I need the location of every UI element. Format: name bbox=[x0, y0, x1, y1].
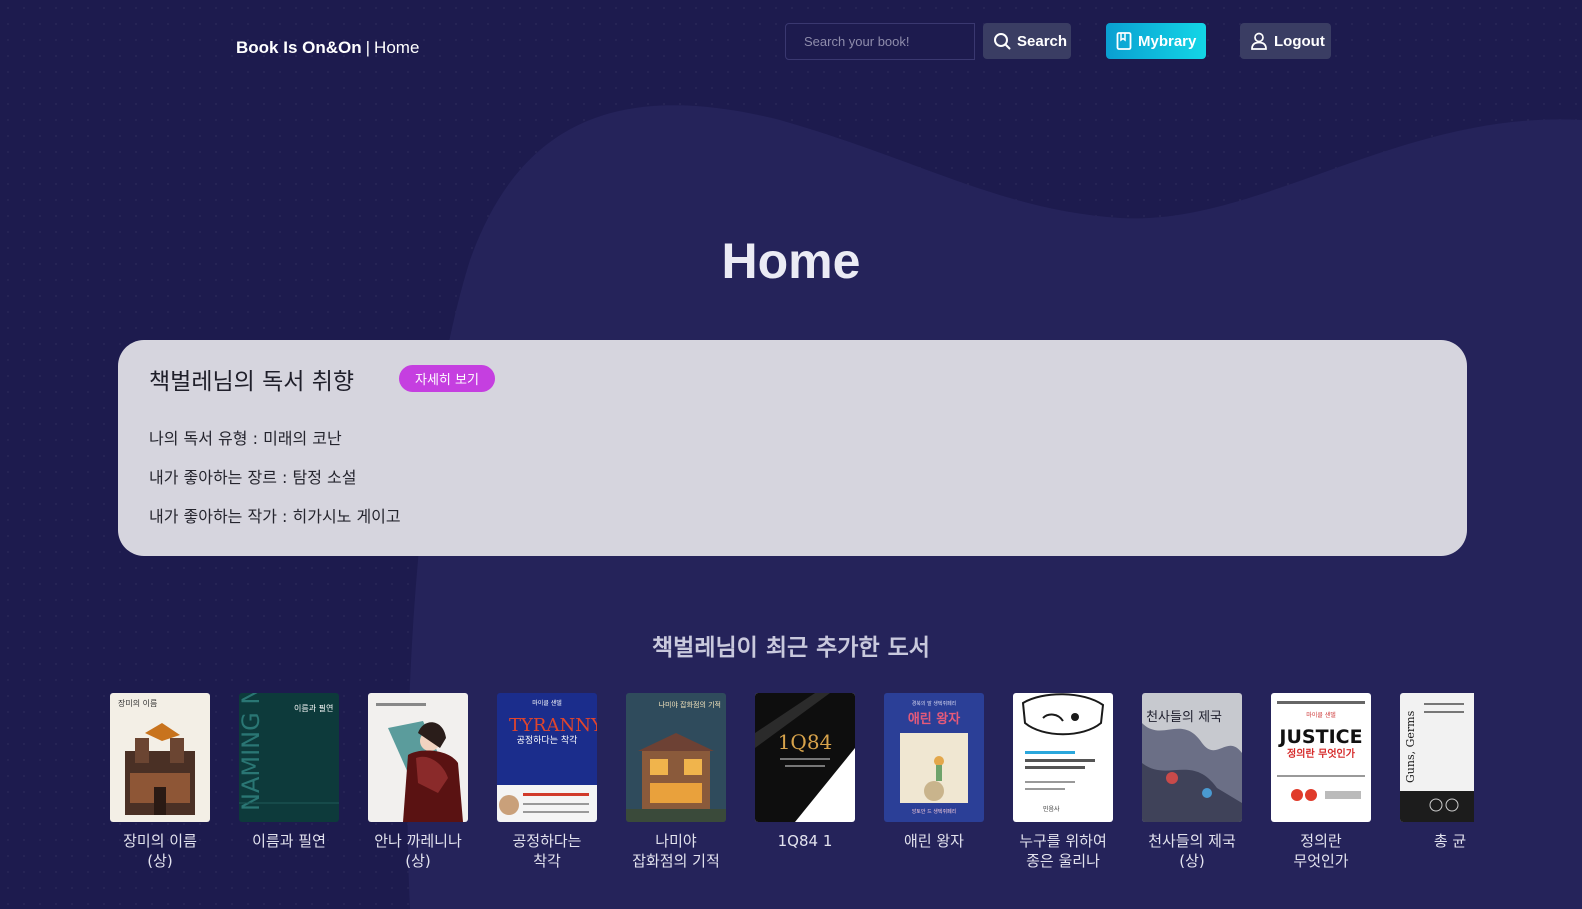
brand-title[interactable]: Book Is On&On | Home bbox=[236, 38, 419, 58]
user-icon bbox=[1250, 32, 1268, 50]
recent-books-list: 장미의 이름 장미의 이름 (상) 이름과 필연 NAMING NECESSIT… bbox=[110, 693, 1474, 878]
brand-name: Book Is On&On bbox=[236, 38, 362, 57]
cover-text: 나미야 잡화점의 기적 bbox=[659, 700, 721, 709]
reading-profile-card: 책벌레님의 독서 취향 자세히 보기 나의 독서 유형미래의 코난 내가 좋아하… bbox=[118, 340, 1467, 556]
search-button-label: Search bbox=[1017, 32, 1068, 50]
book-item[interactable]: 1Q84 1Q84 1 bbox=[755, 693, 855, 851]
book-item[interactable]: 천사들의 제국 천사들의 제국 (상) bbox=[1142, 693, 1242, 871]
book-icon bbox=[1116, 32, 1132, 50]
favorite-genre-label: 내가 좋아하는 장르 bbox=[149, 468, 293, 487]
favorite-author-value: 히가시노 게이고 bbox=[292, 507, 401, 526]
logout-button[interactable]: Logout bbox=[1240, 23, 1331, 59]
book-cover: 마이클 샌델 TYRANNY 공정하다는 착각 bbox=[497, 693, 597, 822]
cover-text: TYRANNY bbox=[509, 715, 597, 736]
reading-type-line: 나의 독서 유형미래의 코난 bbox=[149, 425, 342, 449]
cover-text: JUSTICE bbox=[1277, 726, 1362, 748]
book-title: 총 균 bbox=[1433, 832, 1467, 850]
book-item[interactable]: Guns, Germs 총 균 bbox=[1400, 693, 1474, 851]
favorite-author-label: 내가 좋아하는 작가 bbox=[149, 507, 293, 526]
reading-type-label: 나의 독서 유형 bbox=[149, 429, 263, 448]
book-cover bbox=[368, 693, 468, 822]
book-title: 이름과 필연 bbox=[252, 832, 326, 850]
book-title: 장미의 이름 (상) bbox=[123, 832, 197, 870]
book-item[interactable]: 경북의 말 생텍쥐페리 애린 왕자 앙토안 드 생텍쥐페리 애린 왕자 bbox=[884, 693, 984, 851]
book-title: 안나 까레니나 (상) bbox=[374, 832, 462, 870]
cover-text: 애린 왕자 bbox=[908, 711, 960, 727]
book-title: 애린 왕자 bbox=[904, 832, 964, 850]
svg-text:마이클 샌델: 마이클 샌델 bbox=[1306, 711, 1336, 719]
mybrary-button-label: Mybrary bbox=[1138, 32, 1197, 50]
book-cover: 마이클 샌델 JUSTICE 정의란 무엇인가 bbox=[1271, 693, 1371, 822]
reading-type-value: 미래의 코난 bbox=[263, 429, 342, 448]
book-cover: 천사들의 제국 bbox=[1142, 693, 1242, 822]
profile-heading: 책벌레님의 독서 취향 bbox=[149, 369, 355, 395]
book-cover: 이름과 필연 NAMING NECESSITY bbox=[239, 693, 339, 822]
book-cover: 장미의 이름 bbox=[110, 693, 210, 822]
logout-button-label: Logout bbox=[1274, 32, 1325, 50]
brand-page-name: Home bbox=[374, 38, 420, 57]
svg-text:마이클 샌델: 마이클 샌델 bbox=[532, 699, 562, 707]
page-title: Home bbox=[721, 233, 861, 289]
svg-text:경북의 말 생텍쥐페리: 경북의 말 생텍쥐페리 bbox=[912, 700, 957, 707]
svg-text:이름과 필연: 이름과 필연 bbox=[294, 703, 333, 713]
book-title: 공정하다는 착각 bbox=[512, 832, 582, 870]
search-icon bbox=[993, 32, 1011, 50]
recent-books-title: 책벌레님이 최근 추가한 도서 bbox=[652, 635, 930, 661]
favorite-author-line: 내가 좋아하는 작가히가시노 게이고 bbox=[149, 503, 401, 527]
cover-text: NAMING NECESSITY bbox=[239, 693, 265, 811]
book-item[interactable]: 나미야 잡화점의 기적 나미야 잡화점의 기적 bbox=[626, 693, 726, 871]
svg-text:앙토안 드 생텍쥐페리: 앙토안 드 생텍쥐페리 bbox=[912, 808, 957, 815]
cover-text: 장미의 이름 bbox=[118, 698, 157, 708]
book-title: 1Q84 1 bbox=[777, 832, 833, 850]
view-details-button[interactable]: 자세히 보기 bbox=[399, 365, 495, 392]
favorite-genre-value: 탐정 소설 bbox=[292, 468, 357, 487]
search-button[interactable]: Search bbox=[983, 23, 1071, 59]
search-input[interactable] bbox=[785, 23, 975, 60]
book-item[interactable]: 민음사 누구를 위하여 종은 울리나 bbox=[1013, 693, 1113, 871]
svg-text:정의란 무엇인가: 정의란 무엇인가 bbox=[1287, 747, 1356, 760]
book-title: 나미야 잡화점의 기적 bbox=[632, 832, 720, 870]
book-item[interactable]: 이름과 필연 NAMING NECESSITY 이름과 필연 bbox=[239, 693, 339, 851]
book-item[interactable]: 마이클 샌델 TYRANNY 공정하다는 착각 공정하다는 착각 bbox=[497, 693, 597, 871]
cover-text: Guns, Germs bbox=[1404, 710, 1417, 783]
book-item[interactable]: 장미의 이름 장미의 이름 (상) bbox=[110, 693, 210, 871]
book-title: 천사들의 제국 (상) bbox=[1148, 832, 1236, 870]
book-cover: 경북의 말 생텍쥐페리 애린 왕자 앙토안 드 생텍쥐페리 bbox=[884, 693, 984, 822]
book-item[interactable]: 안나 까레니나 (상) bbox=[368, 693, 468, 871]
book-cover: 민음사 bbox=[1013, 693, 1113, 822]
book-title: 누구를 위하여 종은 울리나 bbox=[1019, 832, 1107, 870]
brand-separator: | bbox=[365, 38, 371, 57]
book-title: 정의란 무엇인가 bbox=[1293, 832, 1349, 870]
svg-text:민음사: 민음사 bbox=[1043, 805, 1060, 813]
cover-text: 1Q84 bbox=[778, 730, 833, 754]
mybrary-button[interactable]: Mybrary bbox=[1106, 23, 1206, 59]
book-cover: Guns, Germs bbox=[1400, 693, 1474, 822]
book-item[interactable]: 마이클 샌델 JUSTICE 정의란 무엇인가 정의란 무엇인가 bbox=[1271, 693, 1371, 871]
favorite-genre-line: 내가 좋아하는 장르탐정 소설 bbox=[149, 464, 356, 488]
book-cover: 1Q84 bbox=[755, 693, 855, 822]
cover-text: 천사들의 제국 bbox=[1146, 710, 1222, 725]
book-cover: 나미야 잡화점의 기적 bbox=[626, 693, 726, 822]
svg-text:공정하다는 착각: 공정하다는 착각 bbox=[517, 734, 578, 746]
